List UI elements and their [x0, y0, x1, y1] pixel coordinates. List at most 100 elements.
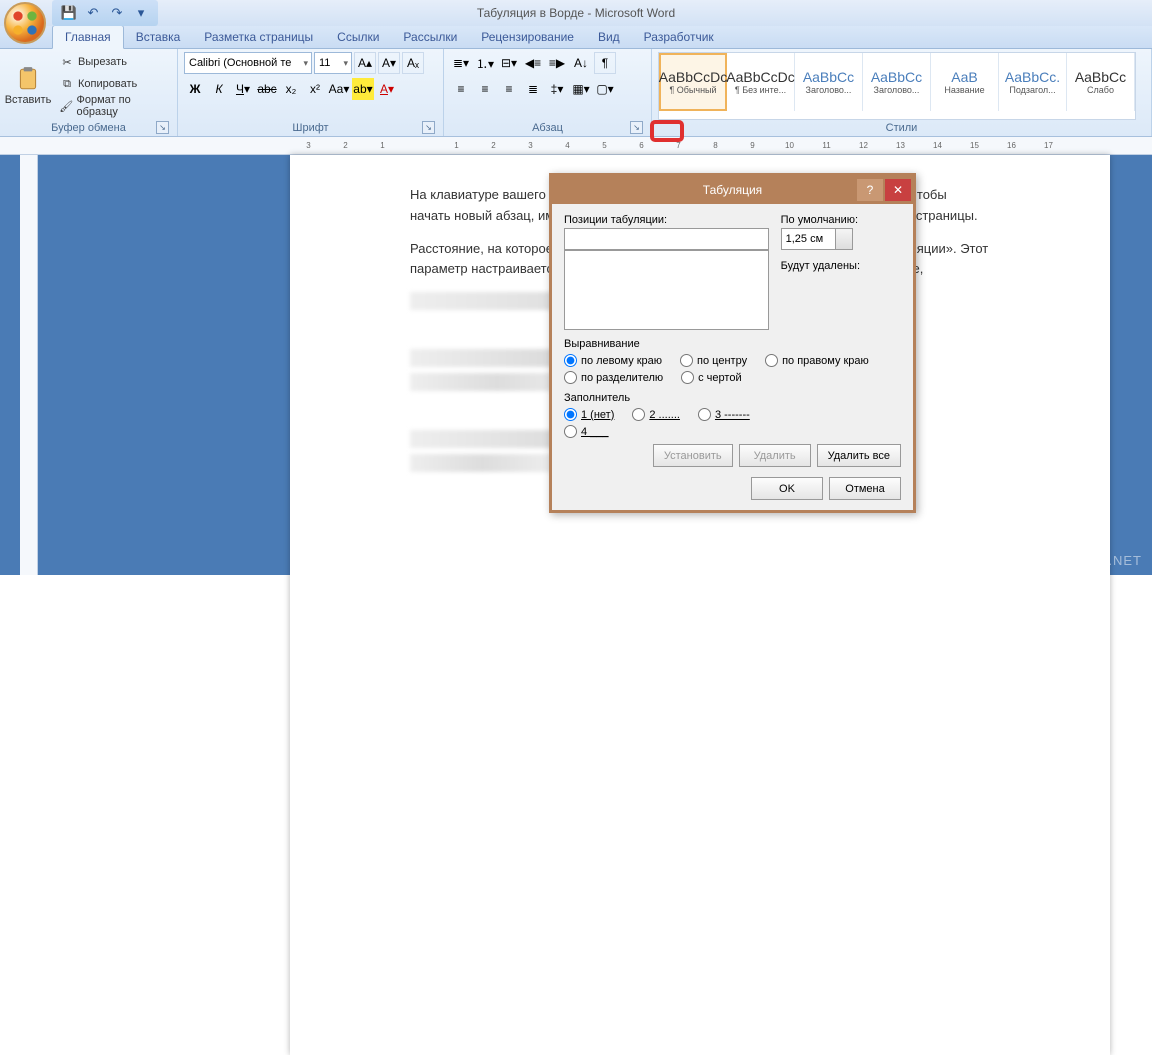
quick-access-toolbar: 💾 ↶ ↷ ▾	[52, 0, 158, 26]
leader-dash-radio[interactable]: 3 -------	[698, 408, 750, 421]
highlight-button[interactable]: ab▾	[352, 78, 374, 100]
clear-tab-button[interactable]: Удалить	[739, 444, 811, 467]
increase-indent-button[interactable]: ≡▶	[546, 52, 568, 74]
clear-all-button[interactable]: Удалить все	[817, 444, 901, 467]
group-styles-label: Стили	[658, 120, 1145, 136]
bullets-button[interactable]: ≣▾	[450, 52, 472, 74]
dialog-help-button[interactable]: ?	[857, 179, 883, 201]
decrease-indent-button[interactable]: ◀≡	[522, 52, 544, 74]
group-clipboard-label: Буфер обмена↘	[6, 120, 171, 136]
line-spacing-button[interactable]: ‡▾	[546, 78, 568, 100]
style-item[interactable]: AaBНазвание	[931, 53, 999, 111]
style-item[interactable]: AaBbCcDc¶ Без инте...	[727, 53, 795, 111]
alignment-group-label: Выравнивание	[564, 338, 901, 350]
paste-label: Вставить	[5, 94, 52, 106]
multilevel-button[interactable]: ⊟▾	[498, 52, 520, 74]
tab-positions-list[interactable]	[564, 250, 769, 330]
font-launcher[interactable]: ↘	[422, 121, 435, 134]
tab-view[interactable]: Вид	[586, 26, 632, 48]
horizontal-ruler[interactable]: 3211234567891011121314151617	[0, 137, 1152, 155]
clear-formatting-button[interactable]: Aₓ	[402, 52, 424, 74]
tab-mailings[interactable]: Рассылки	[391, 26, 469, 48]
grow-font-button[interactable]: A▴	[354, 52, 376, 74]
tab-page-layout[interactable]: Разметка страницы	[192, 26, 325, 48]
dialog-titlebar[interactable]: Табуляция ? ✕	[552, 176, 913, 204]
bold-button[interactable]: Ж	[184, 78, 206, 100]
copy-button[interactable]: ⧉Копировать	[54, 74, 171, 94]
leader-underscore-radio[interactable]: 4 ___	[564, 425, 609, 438]
format-painter-label: Формат по образцу	[77, 94, 166, 118]
shrink-font-button[interactable]: A▾	[378, 52, 400, 74]
show-marks-button[interactable]: ¶	[594, 52, 616, 74]
shading-button[interactable]: ▦▾	[570, 78, 592, 100]
tab-insert[interactable]: Вставка	[124, 26, 193, 48]
tab-developer[interactable]: Разработчик	[632, 26, 726, 48]
align-left-radio[interactable]: по левому краю	[564, 354, 662, 367]
align-left-button[interactable]: ≡	[450, 78, 472, 100]
group-clipboard: Вставить ✂Вырезать ⧉Копировать 🖌Формат п…	[0, 49, 178, 136]
font-color-button[interactable]: A▾	[376, 78, 398, 100]
tab-review[interactable]: Рецензирование	[469, 26, 586, 48]
cancel-button[interactable]: Отмена	[829, 477, 901, 500]
tab-positions-label: Позиции табуляции:	[564, 214, 769, 226]
align-right-button[interactable]: ≡	[498, 78, 520, 100]
undo-icon[interactable]: ↶	[84, 4, 102, 22]
leader-none-radio[interactable]: 1 (нет)	[564, 408, 614, 421]
style-item[interactable]: AaBbCcСлабо	[1067, 53, 1135, 111]
cut-button[interactable]: ✂Вырезать	[54, 52, 171, 72]
blurred-text	[410, 454, 555, 472]
window-title: Табуляция в Ворде - Microsoft Word	[477, 6, 675, 20]
ok-button[interactable]: OK	[751, 477, 823, 500]
group-font-label: Шрифт↘	[184, 120, 437, 136]
save-icon[interactable]: 💾	[60, 4, 78, 22]
dialog-title-text: Табуляция	[703, 183, 762, 197]
style-item[interactable]: AaBbCc.Подзагол...	[999, 53, 1067, 111]
style-item[interactable]: AaBbCcЗаголово...	[863, 53, 931, 111]
strikethrough-button[interactable]: abc	[256, 78, 278, 100]
clipboard-launcher[interactable]: ↘	[156, 121, 169, 134]
cut-label: Вырезать	[78, 56, 127, 68]
font-name-combo[interactable]: Calibri (Основной те	[184, 52, 312, 74]
group-styles: AaBbCcDc¶ ОбычныйAaBbCcDc¶ Без инте...Aa…	[652, 49, 1152, 136]
default-tab-spinner[interactable]: 1,25 см	[781, 228, 853, 250]
copy-label: Копировать	[78, 78, 137, 90]
tab-position-input[interactable]	[564, 228, 769, 250]
leader-dots-radio[interactable]: 2 .......	[632, 408, 680, 421]
borders-button[interactable]: ▢▾	[594, 78, 616, 100]
styles-gallery[interactable]: AaBbCcDc¶ ОбычныйAaBbCcDc¶ Без инте...Aa…	[658, 52, 1136, 120]
sort-button[interactable]: A↓	[570, 52, 592, 74]
justify-button[interactable]: ≣	[522, 78, 544, 100]
change-case-button[interactable]: Aa▾	[328, 78, 350, 100]
brush-icon: 🖌	[59, 98, 74, 114]
underline-button[interactable]: Ч▾	[232, 78, 254, 100]
dialog-close-button[interactable]: ✕	[885, 179, 911, 201]
tab-references[interactable]: Ссылки	[325, 26, 391, 48]
paste-button[interactable]: Вставить	[6, 52, 50, 120]
to-delete-label: Будут удалены:	[781, 260, 901, 272]
align-center-button[interactable]: ≡	[474, 78, 496, 100]
tab-home[interactable]: Главная	[52, 25, 124, 49]
superscript-button[interactable]: x²	[304, 78, 326, 100]
align-bar-radio[interactable]: с чертой	[681, 371, 741, 384]
style-item[interactable]: AaBbCcЗаголово...	[795, 53, 863, 111]
numbering-button[interactable]: ⒈▾	[474, 52, 496, 74]
group-paragraph: ≣▾ ⒈▾ ⊟▾ ◀≡ ≡▶ A↓ ¶ ≡ ≡ ≡ ≣ ‡▾ ▦▾ ▢▾ Абз…	[444, 49, 652, 136]
group-font: Calibri (Основной те 11 A▴ A▾ Aₓ Ж К Ч▾ …	[178, 49, 444, 136]
font-size-combo[interactable]: 11	[314, 52, 352, 74]
set-tab-button[interactable]: Установить	[653, 444, 733, 467]
align-center-radio[interactable]: по центру	[680, 354, 747, 367]
italic-button[interactable]: К	[208, 78, 230, 100]
title-bar: 💾 ↶ ↷ ▾ Табуляция в Ворде - Microsoft Wo…	[0, 0, 1152, 26]
paragraph-launcher[interactable]: ↘	[630, 121, 643, 134]
office-button[interactable]	[4, 2, 46, 44]
align-decimal-radio[interactable]: по разделителю	[564, 371, 663, 384]
align-right-radio[interactable]: по правому краю	[765, 354, 869, 367]
qat-customize-icon[interactable]: ▾	[132, 4, 150, 22]
subscript-button[interactable]: x₂	[280, 78, 302, 100]
vertical-ruler[interactable]	[20, 155, 38, 575]
format-painter-button[interactable]: 🖌Формат по образцу	[54, 96, 171, 116]
default-tab-label: По умолчанию:	[781, 214, 901, 226]
style-item[interactable]: AaBbCcDc¶ Обычный	[659, 53, 727, 111]
redo-icon[interactable]: ↷	[108, 4, 126, 22]
highlight-icon: ab	[353, 82, 366, 96]
